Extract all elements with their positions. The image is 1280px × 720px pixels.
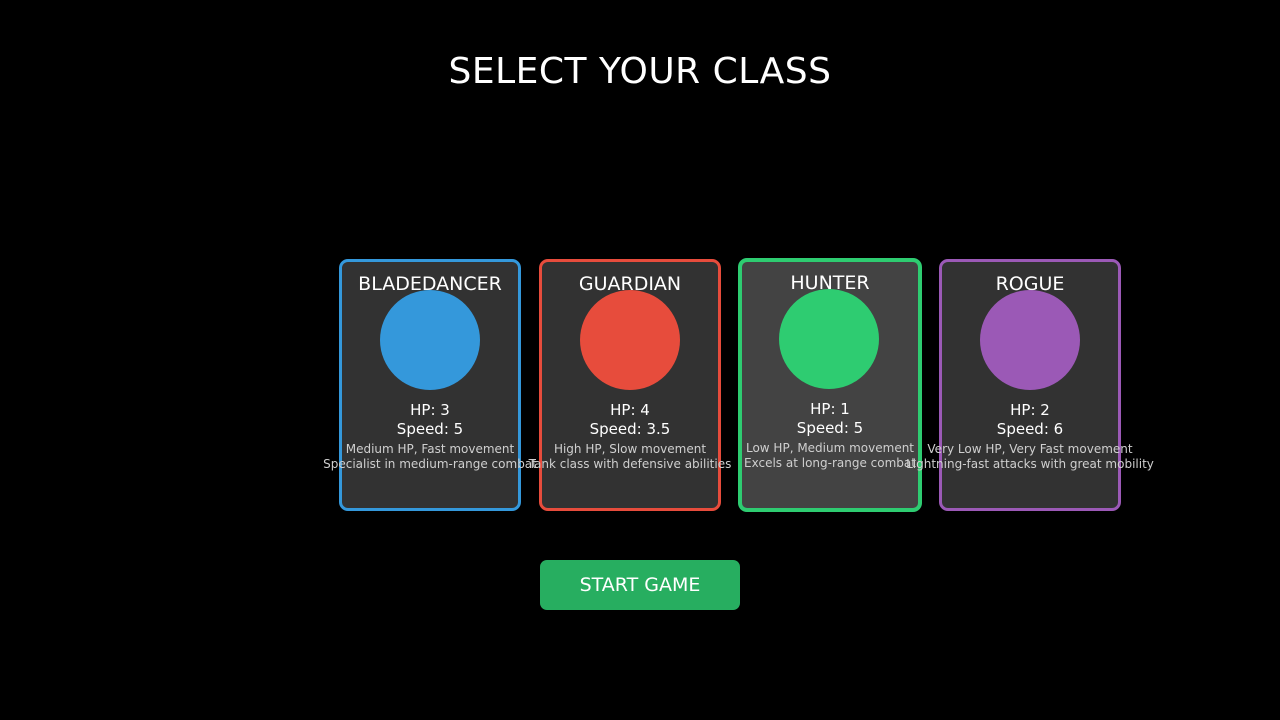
class-avatar-circle: [380, 290, 480, 390]
class-card-rogue[interactable]: ROGUE HP: 2 Speed: 6 Very Low HP, Very F…: [906, 259, 1154, 511]
class-description: Lightning-fast attacks with great mobili…: [906, 457, 1154, 471]
class-speed: Speed: 3.5: [589, 420, 671, 438]
screen-title: SELECT YOUR CLASS: [448, 51, 832, 92]
class-card-hunter[interactable]: HUNTER HP: 1 Speed: 5 Low HP, Medium mov…: [738, 258, 922, 512]
class-avatar-circle: [779, 289, 879, 389]
class-speed: Speed: 6: [996, 420, 1064, 438]
class-hp: HP: 1: [810, 400, 850, 418]
class-hp: HP: 3: [410, 401, 450, 419]
class-hp: HP: 4: [610, 401, 650, 419]
class-summary: Very Low HP, Very Fast movement: [927, 442, 1133, 456]
class-speed: Speed: 5: [796, 419, 864, 437]
class-hp: HP: 2: [1010, 401, 1050, 419]
class-avatar-circle: [980, 290, 1080, 390]
class-speed: Speed: 5: [396, 420, 464, 438]
class-card-bladedancer[interactable]: BLADEDANCER HP: 3 Speed: 5 Medium HP, Fa…: [323, 259, 537, 511]
start-game-button[interactable]: START GAME: [540, 560, 740, 610]
class-card-guardian[interactable]: GUARDIAN HP: 4 Speed: 3.5 High HP, Slow …: [529, 259, 731, 511]
class-avatar-circle: [580, 290, 680, 390]
